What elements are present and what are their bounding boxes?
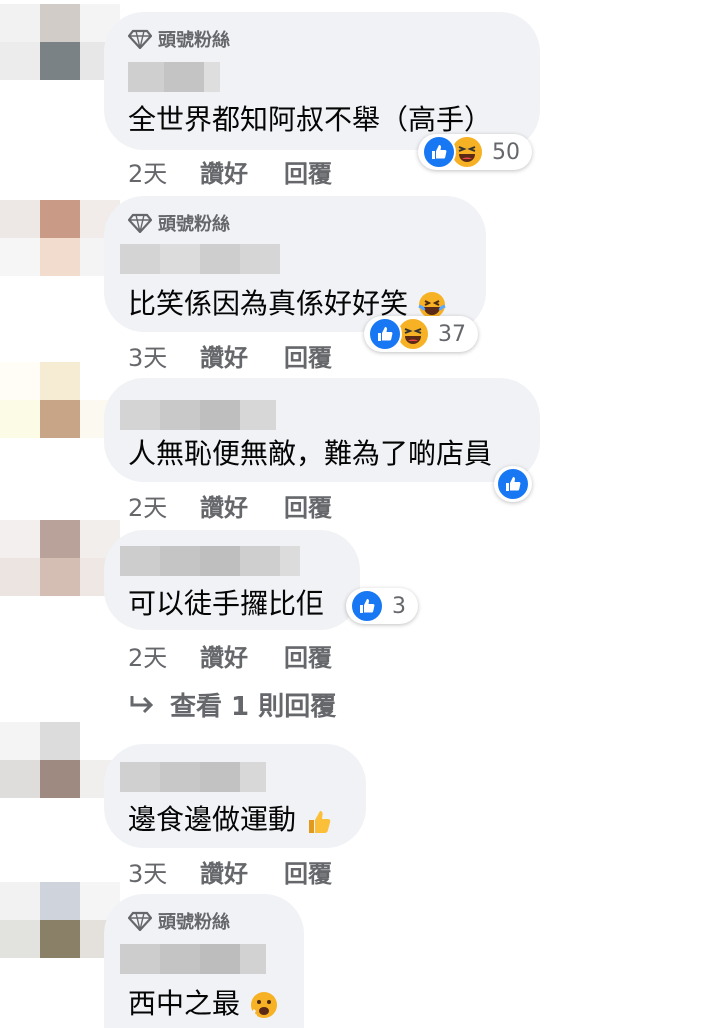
- comment-bubble: 頭號粉絲 西中之最: [104, 894, 304, 1028]
- reply-button[interactable]: 回覆: [284, 338, 332, 373]
- top-fan-badge: 頭號粉絲: [128, 908, 230, 934]
- author-name-blurred[interactable]: [120, 546, 300, 576]
- reaction-summary[interactable]: 50: [418, 134, 532, 170]
- avatar[interactable]: [0, 520, 120, 596]
- timestamp[interactable]: 2天: [128, 638, 200, 673]
- view-replies-label: 查看 1 則回覆: [170, 692, 337, 722]
- thumbs-up-emoji-icon: [308, 811, 331, 833]
- comment-text-content: 比笑係因為真係好好笑: [128, 287, 409, 320]
- author-name-blurred[interactable]: [120, 762, 266, 792]
- comment-bubble: 頭號粉絲 全世界都知阿叔不舉（高手）: [104, 12, 540, 150]
- reply-button[interactable]: 回覆: [284, 854, 332, 889]
- timestamp[interactable]: 2天: [128, 488, 200, 523]
- reply-button[interactable]: 回覆: [284, 488, 332, 523]
- author-name-blurred[interactable]: [120, 944, 266, 974]
- timestamp[interactable]: 2天: [128, 154, 200, 189]
- view-replies-link[interactable]: 查看 1 則回覆: [128, 686, 336, 723]
- reaction-summary[interactable]: 37: [364, 316, 478, 352]
- comment-text: 人無恥便無敵，難為了啲店員: [128, 437, 493, 470]
- comment-text-content: 西中之最: [128, 987, 241, 1020]
- like-button[interactable]: 讚好: [200, 488, 284, 523]
- timestamp[interactable]: 3天: [128, 338, 200, 373]
- avatar[interactable]: [0, 882, 120, 958]
- comment-text: 全世界都知阿叔不舉（高手）: [128, 103, 493, 136]
- top-fan-badge: 頭號粉絲: [128, 210, 230, 236]
- comment-actions: 2天 讚好 回覆: [128, 638, 332, 673]
- like-button[interactable]: 讚好: [200, 338, 284, 373]
- like-reaction-icon: [422, 135, 456, 169]
- top-fan-badge: 頭號粉絲: [128, 26, 230, 52]
- diamond-icon: [128, 911, 152, 931]
- comment-bubble: 人無恥便無敵，難為了啲店員: [104, 378, 540, 482]
- fan-badge-label: 頭號粉絲: [158, 214, 230, 235]
- reply-button[interactable]: 回覆: [284, 638, 332, 673]
- comment-actions: 2天 讚好 回覆: [128, 488, 332, 523]
- reaction-count: 37: [438, 321, 466, 347]
- comment-bubble: 邊食邊做運動: [104, 744, 366, 848]
- comment-text: 邊食邊做運動: [128, 798, 333, 838]
- fan-badge-label: 頭號粉絲: [158, 912, 230, 933]
- avatar[interactable]: [0, 362, 120, 438]
- avatar[interactable]: [0, 722, 120, 798]
- avatar[interactable]: [0, 4, 120, 80]
- like-button[interactable]: 讚好: [200, 154, 284, 189]
- comment-text: 西中之最: [128, 982, 279, 1022]
- like-reaction-icon: [368, 317, 402, 351]
- like-button[interactable]: 讚好: [200, 638, 284, 673]
- comment-bubble: 頭號粉絲 比笑係因為真係好好笑: [104, 196, 486, 332]
- avatar[interactable]: [0, 200, 120, 276]
- reply-button[interactable]: 回覆: [284, 154, 332, 189]
- reply-arrow-icon: [130, 695, 154, 713]
- comment-text: 可以徒手攞比佢: [128, 587, 325, 620]
- author-name-blurred[interactable]: [128, 62, 220, 92]
- timestamp[interactable]: 3天: [128, 854, 200, 889]
- cold-sweat-emoji-icon: [250, 992, 277, 1018]
- comment-actions: 3天 讚好 回覆: [128, 854, 332, 889]
- author-name-blurred[interactable]: [120, 244, 280, 274]
- diamond-icon: [128, 213, 152, 233]
- author-name-blurred[interactable]: [120, 400, 276, 430]
- reaction-summary[interactable]: 3: [346, 588, 418, 624]
- comment-actions: 2天 讚好 回覆: [128, 154, 332, 189]
- reaction-count: 3: [392, 593, 406, 619]
- comment-text-content: 邊食邊做運動: [128, 803, 297, 836]
- reaction-count: 50: [492, 139, 520, 165]
- comment-bubble: 可以徒手攞比佢: [104, 530, 360, 630]
- like-reaction-icon: [496, 467, 530, 501]
- reaction-summary[interactable]: [494, 466, 532, 502]
- fan-badge-label: 頭號粉絲: [158, 30, 230, 51]
- like-button[interactable]: 讚好: [200, 854, 284, 889]
- diamond-icon: [128, 29, 152, 49]
- like-reaction-icon: [350, 589, 384, 623]
- comment-actions: 3天 讚好 回覆: [128, 338, 332, 373]
